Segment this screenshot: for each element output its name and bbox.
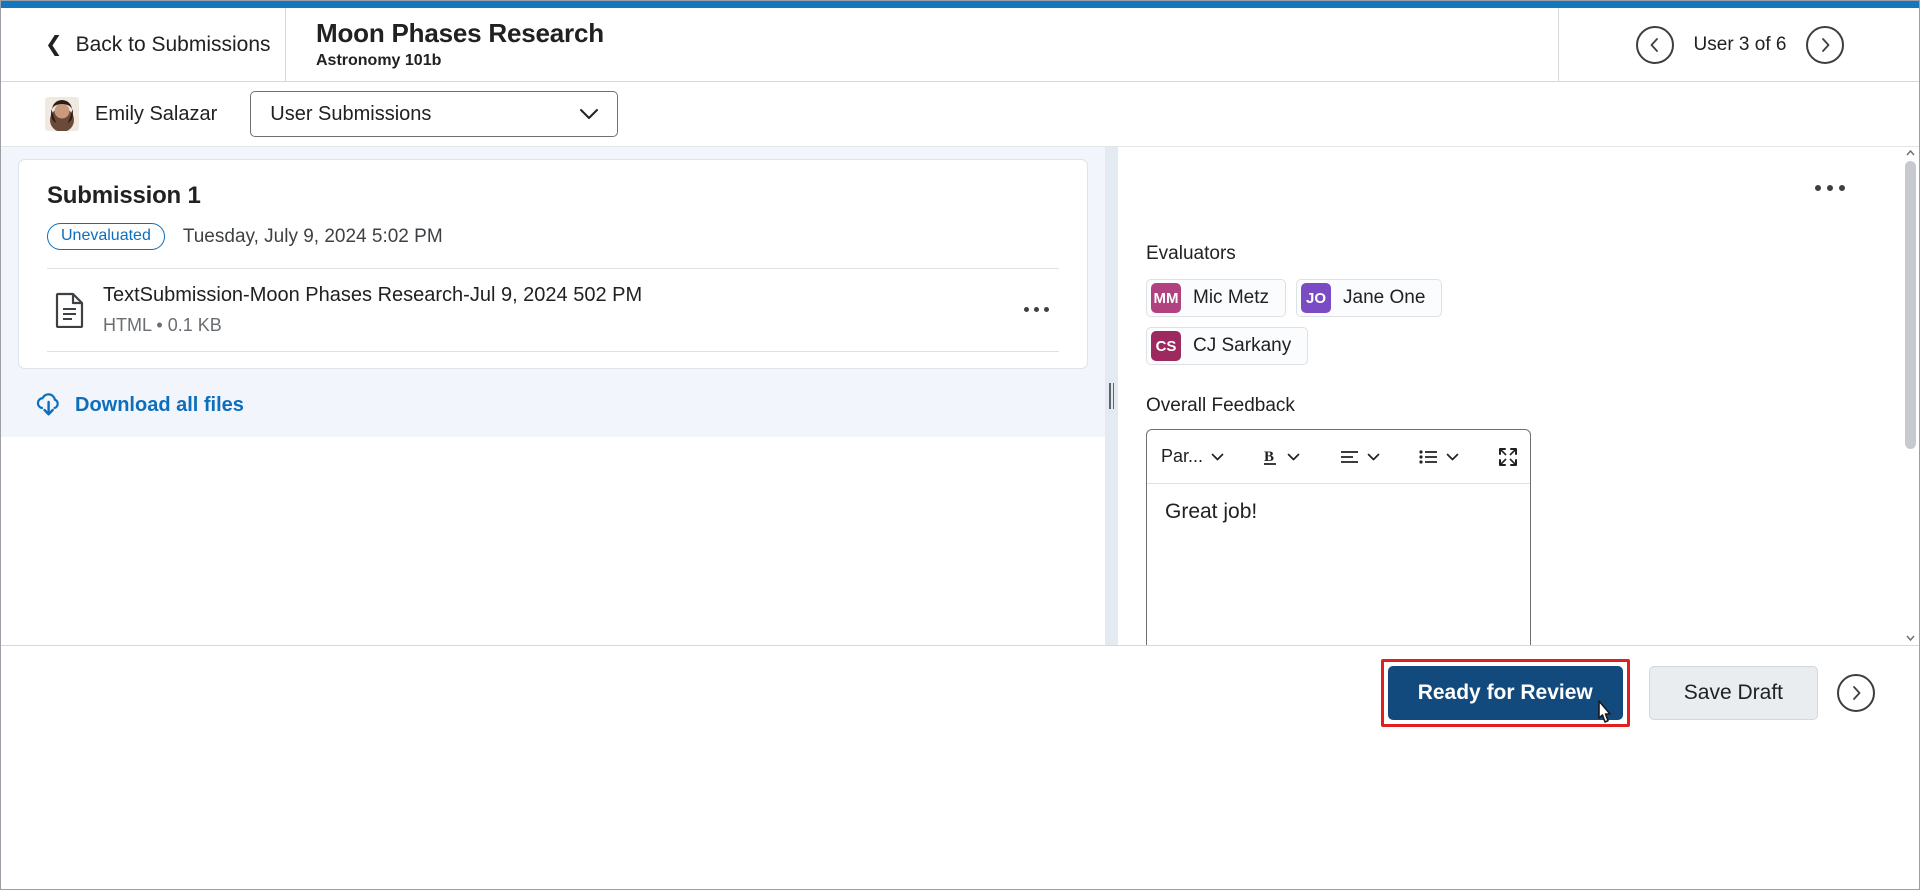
- bold-dropdown[interactable]: B: [1263, 447, 1300, 467]
- user-position-label: User 3 of 6: [1693, 33, 1787, 55]
- chevron-down-icon: [1446, 453, 1459, 460]
- evaluation-options-button[interactable]: [1815, 185, 1845, 191]
- editor-toolbar: Par... B: [1147, 430, 1530, 484]
- title-block: Moon Phases Research Astronomy 101b: [286, 8, 1559, 81]
- page-title: Moon Phases Research: [316, 17, 604, 48]
- file-size: 0.1 KB: [167, 315, 222, 335]
- file-meta-separator: •: [156, 315, 163, 335]
- evaluator-chip[interactable]: JO Jane One: [1296, 279, 1443, 317]
- evaluator-avatar: MM: [1151, 283, 1181, 313]
- submission-date: Tuesday, July 9, 2024 5:02 PM: [182, 225, 443, 247]
- scroll-down-arrow-icon[interactable]: [1906, 633, 1915, 642]
- pane-splitter[interactable]: [1105, 147, 1118, 645]
- scroll-up-arrow-icon[interactable]: [1906, 149, 1915, 158]
- svg-text:B: B: [1264, 449, 1274, 465]
- submission-evaluation-app: ❮ Back to Submissions Moon Phases Resear…: [0, 0, 1920, 890]
- chevron-right-circle-icon: [1853, 686, 1861, 700]
- feedback-text-area[interactable]: Great job!: [1147, 484, 1530, 540]
- footer-actions: Ready for Review Save Draft: [1380, 659, 1875, 727]
- chevron-down-icon: [1211, 453, 1224, 460]
- splitter-grip: [1109, 383, 1114, 409]
- evaluation-pane: Evaluators MM Mic Metz JO Jane One CS CJ…: [1118, 147, 1919, 645]
- ready-for-review-button[interactable]: Ready for Review: [1387, 666, 1623, 720]
- next-user-button[interactable]: [1806, 25, 1845, 64]
- back-to-submissions-label: Back to Submissions: [75, 32, 271, 56]
- submissions-view-value: User Submissions: [270, 102, 432, 125]
- ellipsis-dot: [1815, 185, 1821, 191]
- page-scroll-thumb[interactable]: [1905, 161, 1916, 449]
- fullscreen-button[interactable]: [1498, 447, 1518, 467]
- chevron-down-icon: [580, 109, 599, 119]
- user-navigation: User 3 of 6: [1559, 8, 1919, 81]
- evaluator-chip[interactable]: MM Mic Metz: [1146, 279, 1286, 317]
- evaluator-chip[interactable]: CS CJ Sarkany: [1146, 327, 1309, 365]
- ellipsis-dot: [1043, 307, 1049, 312]
- align-dropdown[interactable]: [1340, 449, 1380, 465]
- file-type: HTML: [103, 315, 152, 335]
- file-name[interactable]: TextSubmission-Moon Phases Research-Jul …: [103, 283, 1013, 308]
- bullet-list-icon: [1419, 449, 1437, 464]
- chevron-right-circle-icon: [1822, 37, 1830, 52]
- evaluator-name: CJ Sarkany: [1193, 335, 1292, 356]
- evaluator-avatar: CS: [1151, 331, 1181, 361]
- ellipsis-dot: [1033, 307, 1039, 312]
- evaluator-avatar: JO: [1301, 283, 1331, 313]
- status-badge: Unevaluated: [47, 223, 165, 250]
- avatar: [45, 97, 79, 131]
- next-student-button[interactable]: [1837, 674, 1875, 712]
- ellipsis-dot: [1839, 185, 1845, 191]
- evaluators-list: MM Mic Metz JO Jane One CS CJ Sarkany: [1146, 279, 1566, 365]
- list-dropdown[interactable]: [1419, 449, 1459, 465]
- action-footer: Ready for Review Save Draft: [1, 645, 1919, 889]
- primary-action-highlight: Ready for Review: [1380, 659, 1630, 727]
- chevron-down-icon: [1287, 453, 1300, 460]
- grip-line: [1109, 383, 1111, 409]
- download-all-files-label: Download all files: [75, 393, 244, 416]
- file-meta: HTML • 0.1 KB: [103, 315, 1013, 336]
- page-scrollbar[interactable]: [1903, 147, 1918, 645]
- document-icon: [47, 292, 93, 328]
- page-subtitle: Astronomy 101b: [316, 52, 442, 70]
- submission-card: Submission 1 Unevaluated Tuesday, July 9…: [18, 159, 1088, 369]
- submissions-view-select[interactable]: User Submissions: [250, 91, 619, 137]
- overall-feedback-label: Overall Feedback: [1146, 395, 1295, 416]
- align-left-icon: [1340, 450, 1358, 463]
- submissions-empty-space: [1, 437, 1105, 645]
- evaluator-name: Jane One: [1343, 287, 1426, 308]
- top-accent-bar: [1, 1, 1919, 8]
- cloud-download-icon: [36, 393, 59, 416]
- evaluators-label: Evaluators: [1146, 243, 1236, 264]
- file-options-button[interactable]: [1013, 307, 1059, 312]
- expand-icon: [1498, 447, 1517, 466]
- ellipsis-dot: [1827, 185, 1833, 191]
- grip-line: [1112, 383, 1114, 409]
- submission-list: Submission 1 Unevaluated Tuesday, July 9…: [1, 147, 1105, 437]
- chevron-down-icon: [1367, 453, 1379, 460]
- evaluator-name: Mic Metz: [1193, 287, 1269, 308]
- submissions-pane: Submission 1 Unevaluated Tuesday, July 9…: [1, 147, 1105, 645]
- chevron-left-circle-icon: [1650, 37, 1658, 52]
- submission-title: Submission 1: [47, 182, 201, 209]
- overall-feedback-editor: Par... B Great job!: [1146, 429, 1531, 645]
- previous-user-button[interactable]: [1635, 25, 1674, 64]
- submission-meta: Unevaluated Tuesday, July 9, 2024 5:02 P…: [47, 223, 1059, 250]
- student-name: Emily Salazar: [95, 102, 218, 125]
- user-selection-bar: Emily Salazar User Submissions: [1, 82, 1919, 147]
- paragraph-format-label: Par...: [1161, 446, 1204, 466]
- back-to-submissions-button[interactable]: ❮ Back to Submissions: [1, 8, 286, 81]
- file-info: TextSubmission-Moon Phases Research-Jul …: [93, 283, 1013, 336]
- bold-icon: B: [1264, 449, 1277, 465]
- paragraph-format-dropdown[interactable]: Par...: [1161, 446, 1224, 467]
- page-header: ❮ Back to Submissions Moon Phases Resear…: [1, 8, 1919, 82]
- ellipsis-dot: [1023, 307, 1029, 312]
- save-draft-button[interactable]: Save Draft: [1648, 666, 1818, 720]
- main-content: Submission 1 Unevaluated Tuesday, July 9…: [1, 147, 1919, 645]
- chevron-left-icon: ❮: [45, 33, 63, 56]
- download-all-files-link[interactable]: Download all files: [18, 369, 1089, 417]
- file-row: TextSubmission-Moon Phases Research-Jul …: [47, 269, 1059, 352]
